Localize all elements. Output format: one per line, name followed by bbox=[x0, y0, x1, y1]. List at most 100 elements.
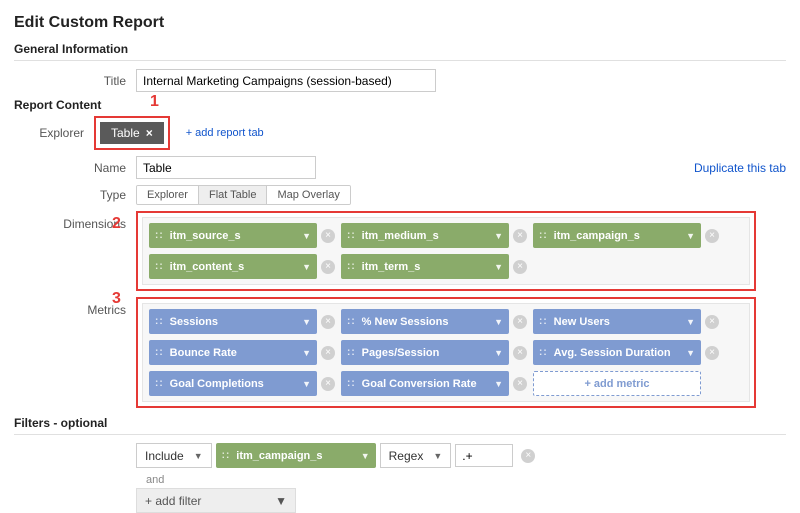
chip-wrap: ::itm_term_s ▼ × bbox=[341, 254, 527, 279]
chevron-down-icon: ▼ bbox=[361, 451, 370, 461]
grip-icon: :: bbox=[155, 316, 164, 327]
remove-chip-icon[interactable]: × bbox=[513, 229, 527, 243]
chip-label: Sessions bbox=[170, 316, 218, 328]
blue-chip[interactable]: ::Avg. Session Duration▼ bbox=[533, 340, 701, 365]
remove-chip-icon[interactable]: × bbox=[321, 315, 335, 329]
remove-chip-icon[interactable]: × bbox=[321, 346, 335, 360]
filter-include-select[interactable]: Include ▼ bbox=[136, 443, 212, 468]
metrics-container: ::Sessions▼×::% New Sessions▼×::New User… bbox=[142, 303, 750, 402]
chip-label: itm_campaign_s bbox=[554, 230, 640, 242]
remove-chip-icon[interactable]: × bbox=[513, 315, 527, 329]
remove-chip-icon[interactable]: × bbox=[705, 346, 719, 360]
green-chip[interactable]: ::itm_source_s▼ bbox=[149, 223, 317, 248]
highlight-tab-box: Table × bbox=[94, 116, 170, 150]
chip-label: % New Sessions bbox=[362, 316, 449, 328]
grip-icon: :: bbox=[347, 261, 356, 272]
chip-label: Bounce Rate bbox=[170, 347, 237, 359]
filters-optional: - optional bbox=[50, 416, 107, 430]
remove-chip-icon[interactable]: × bbox=[513, 260, 527, 274]
chip-wrap: ::Goal Conversion Rate▼ × bbox=[341, 371, 527, 396]
add-filter-label: + add filter bbox=[145, 494, 201, 508]
title-input[interactable] bbox=[136, 69, 436, 92]
chevron-down-icon: ▼ bbox=[494, 379, 503, 389]
chevron-down-icon: ▼ bbox=[494, 262, 503, 272]
green-chip[interactable]: ::itm_campaign_s ▼ bbox=[533, 223, 701, 248]
chip-wrap: ::itm_medium_s▼ × bbox=[341, 223, 527, 248]
filter-include-label: Include bbox=[145, 449, 184, 463]
chip-label: Avg. Session Duration bbox=[554, 347, 671, 359]
divider bbox=[14, 60, 786, 61]
add-metric-button[interactable]: + add metric bbox=[533, 371, 701, 396]
grip-icon: :: bbox=[347, 230, 356, 241]
chip-wrap: ::itm_campaign_s ▼ × bbox=[533, 223, 719, 248]
blue-chip[interactable]: ::% New Sessions▼ bbox=[341, 309, 509, 334]
type-explorer[interactable]: Explorer bbox=[137, 186, 199, 204]
blue-chip[interactable]: ::Goal Conversion Rate▼ bbox=[341, 371, 509, 396]
chevron-down-icon: ▼ bbox=[494, 317, 503, 327]
filter-and-label: and bbox=[146, 474, 786, 486]
blue-chip[interactable]: ::Pages/Session▼ bbox=[341, 340, 509, 365]
dimensions-container: ::itm_source_s▼×::itm_medium_s▼×::itm_ca… bbox=[142, 217, 750, 285]
filter-match-select[interactable]: Regex ▼ bbox=[380, 443, 452, 468]
green-chip[interactable]: ::itm_term_s ▼ bbox=[341, 254, 509, 279]
chip-wrap: ::itm_content_s▼ × bbox=[149, 254, 335, 279]
grip-icon: :: bbox=[539, 230, 548, 241]
green-chip[interactable]: ::itm_content_s▼ bbox=[149, 254, 317, 279]
add-report-tab[interactable]: + add report tab bbox=[186, 127, 264, 139]
grip-icon: :: bbox=[539, 316, 548, 327]
chevron-down-icon: ▼ bbox=[433, 451, 442, 461]
chevron-down-icon: ▼ bbox=[302, 348, 311, 358]
remove-chip-icon[interactable]: × bbox=[705, 229, 719, 243]
green-chip[interactable]: ::itm_medium_s▼ bbox=[341, 223, 509, 248]
filter-dimension-chip[interactable]: :: itm_campaign_s ▼ bbox=[216, 443, 376, 468]
explorer-tab[interactable]: Explorer bbox=[14, 126, 94, 140]
chip-wrap: ::New Users ▼ × bbox=[533, 309, 719, 334]
filter-value-input[interactable] bbox=[455, 444, 513, 467]
chip-wrap: ::Pages/Session▼ × bbox=[341, 340, 527, 365]
chip-wrap: ::Goal Completions▼ × bbox=[149, 371, 335, 396]
remove-chip-icon[interactable]: × bbox=[321, 229, 335, 243]
highlight-dimensions-box: ::itm_source_s▼×::itm_medium_s▼×::itm_ca… bbox=[136, 211, 756, 291]
chip-label: itm_medium_s bbox=[362, 230, 439, 242]
chip-label: New Users bbox=[554, 316, 610, 328]
filter-delete-icon[interactable]: × bbox=[521, 449, 535, 463]
divider bbox=[14, 434, 786, 435]
chip-label: Goal Completions bbox=[170, 378, 264, 390]
chevron-down-icon: ▼ bbox=[275, 494, 287, 508]
remove-chip-icon[interactable]: × bbox=[321, 260, 335, 274]
name-label: Name bbox=[14, 161, 136, 175]
remove-chip-icon[interactable]: × bbox=[513, 377, 527, 391]
general-section-title: General Information bbox=[14, 42, 786, 56]
type-map-overlay[interactable]: Map Overlay bbox=[267, 186, 349, 204]
blue-chip[interactable]: ::Sessions▼ bbox=[149, 309, 317, 334]
duplicate-tab-link[interactable]: Duplicate this tab bbox=[694, 161, 786, 175]
blue-chip[interactable]: ::Bounce Rate ▼ bbox=[149, 340, 317, 365]
remove-chip-icon[interactable]: × bbox=[705, 315, 719, 329]
callout-1: 1 bbox=[150, 93, 159, 111]
table-tab-label: Table bbox=[111, 126, 140, 140]
blue-chip[interactable]: ::Goal Completions▼ bbox=[149, 371, 317, 396]
grip-icon: :: bbox=[155, 347, 164, 358]
chip-label: Pages/Session bbox=[362, 347, 440, 359]
blue-chip[interactable]: ::New Users ▼ bbox=[533, 309, 701, 334]
chip-wrap: ::Sessions▼ × bbox=[149, 309, 335, 334]
chevron-down-icon: ▼ bbox=[686, 231, 695, 241]
type-flat-table[interactable]: Flat Table bbox=[199, 186, 268, 204]
name-input[interactable] bbox=[136, 156, 316, 179]
chip-wrap: ::% New Sessions▼× bbox=[341, 309, 527, 334]
grip-icon: :: bbox=[155, 230, 164, 241]
chevron-down-icon: ▼ bbox=[194, 451, 203, 461]
remove-chip-icon[interactable]: × bbox=[513, 346, 527, 360]
table-tab[interactable]: Table × bbox=[100, 122, 164, 144]
report-content-title: Report Content bbox=[14, 98, 786, 112]
grip-icon: :: bbox=[347, 347, 356, 358]
type-label: Type bbox=[14, 188, 136, 202]
grip-icon: :: bbox=[347, 378, 356, 389]
remove-chip-icon[interactable]: × bbox=[321, 377, 335, 391]
grip-icon: :: bbox=[155, 378, 164, 389]
add-filter-button[interactable]: + add filter ▼ bbox=[136, 488, 296, 513]
chip-wrap: ::Bounce Rate ▼ × bbox=[149, 340, 335, 365]
chevron-down-icon: ▼ bbox=[686, 317, 695, 327]
close-icon[interactable]: × bbox=[146, 126, 153, 140]
chip-label: itm_term_s bbox=[362, 261, 421, 273]
